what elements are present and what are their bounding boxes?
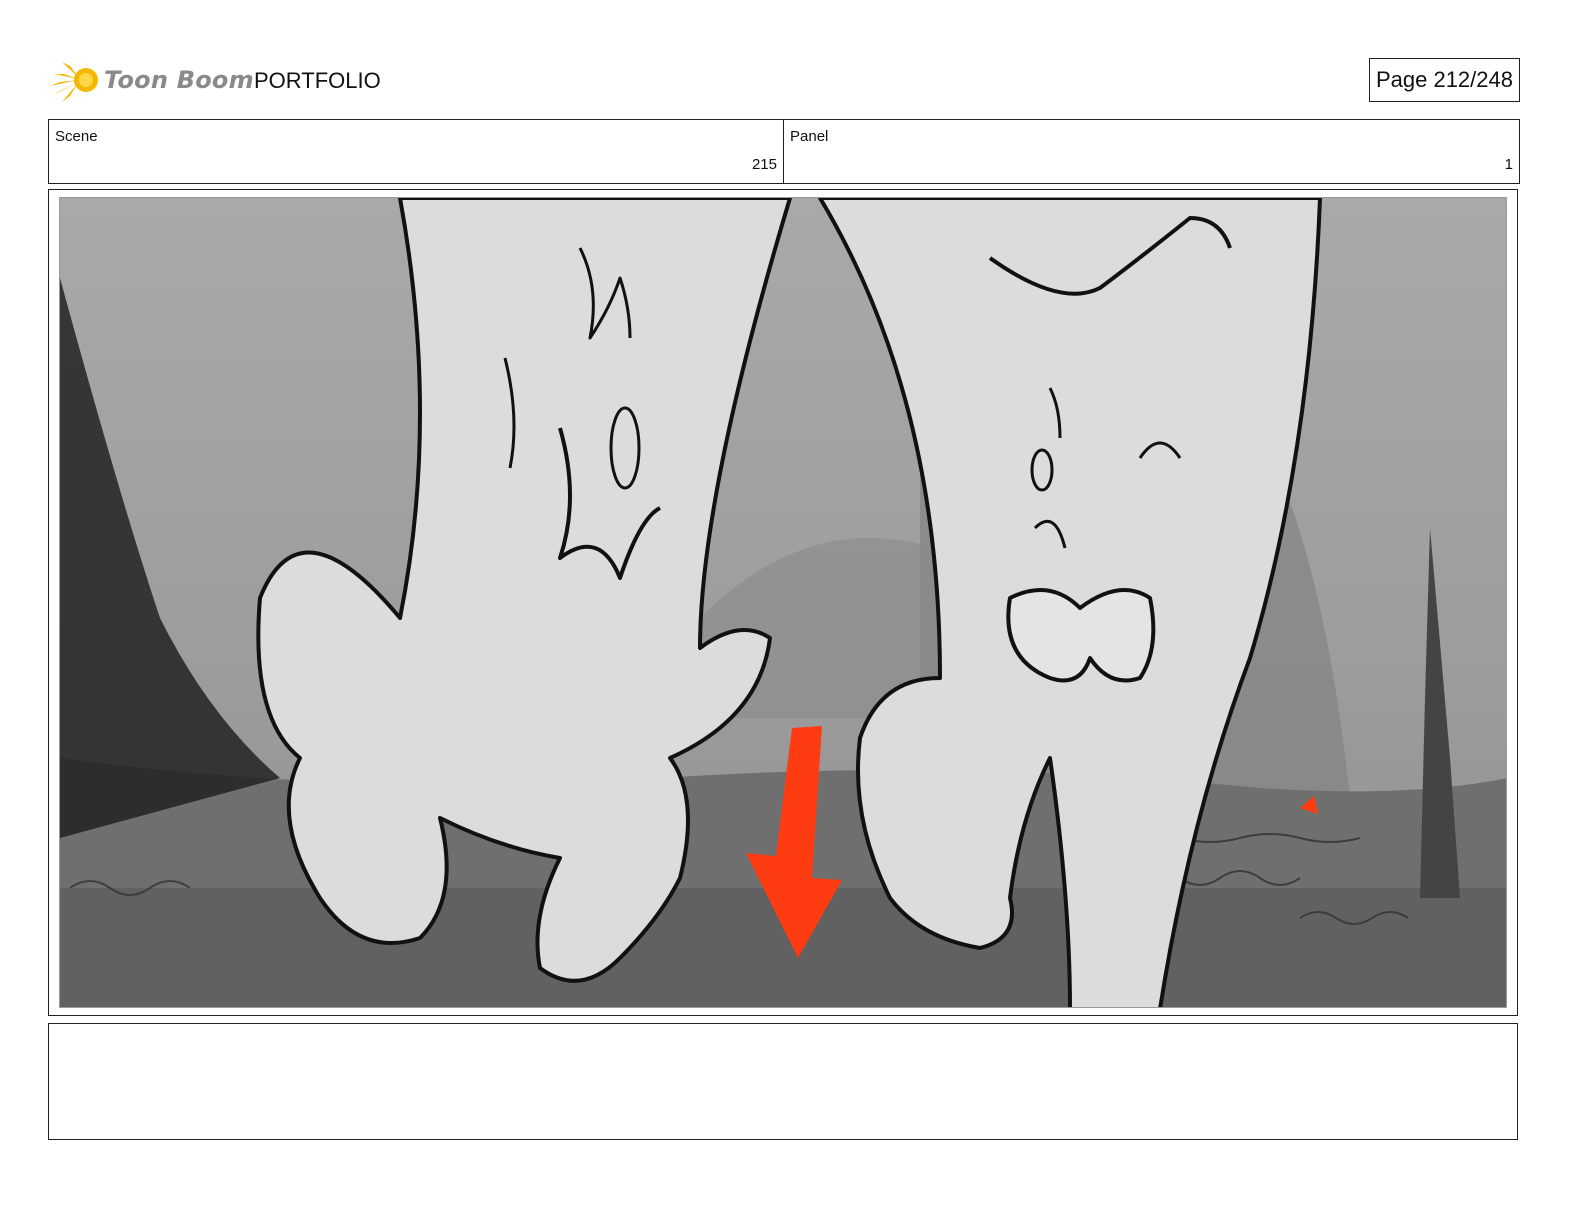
section-title: PORTFOLIO <box>254 68 381 93</box>
storyboard-sketch <box>60 198 1506 1007</box>
page-indicator: Page 212/248 <box>1368 58 1520 102</box>
panel-number: 1 <box>1504 156 1513 173</box>
scene-label: Scene <box>55 128 98 145</box>
toon-boom-logo: Toon Boom <box>48 52 254 108</box>
scene-number: 215 <box>751 156 777 173</box>
panel-label: Panel <box>790 128 829 145</box>
panel-cell: Panel 1 <box>784 120 1519 183</box>
storyboard-drawing <box>59 197 1507 1008</box>
scene-cell: Scene 215 <box>49 120 784 183</box>
scene-panel-info: Scene 215 Panel 1 <box>48 119 1520 184</box>
logo-star-icon <box>50 62 98 102</box>
panel-notes <box>48 1023 1518 1140</box>
brand-name: Toon Boom <box>104 66 254 94</box>
page-header: Toon Boom PORTFOLIO Page 212/248 <box>48 52 1520 108</box>
storyboard-panel-frame <box>48 189 1518 1016</box>
